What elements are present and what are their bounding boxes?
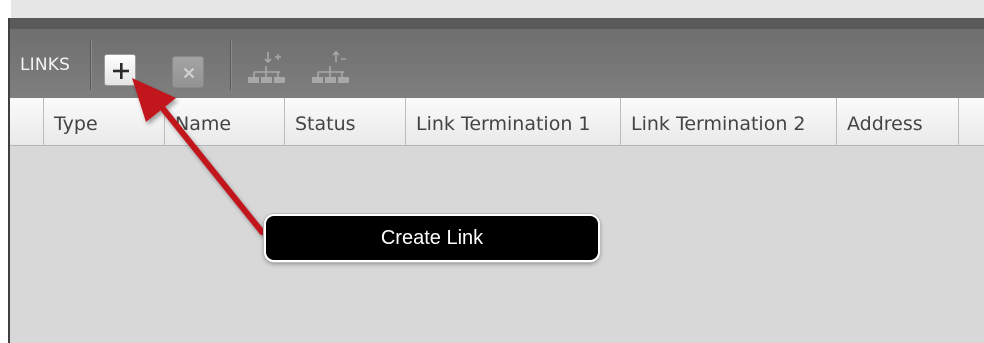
create-link-callout: Create Link xyxy=(264,214,600,262)
annotation-arrow xyxy=(132,78,265,235)
